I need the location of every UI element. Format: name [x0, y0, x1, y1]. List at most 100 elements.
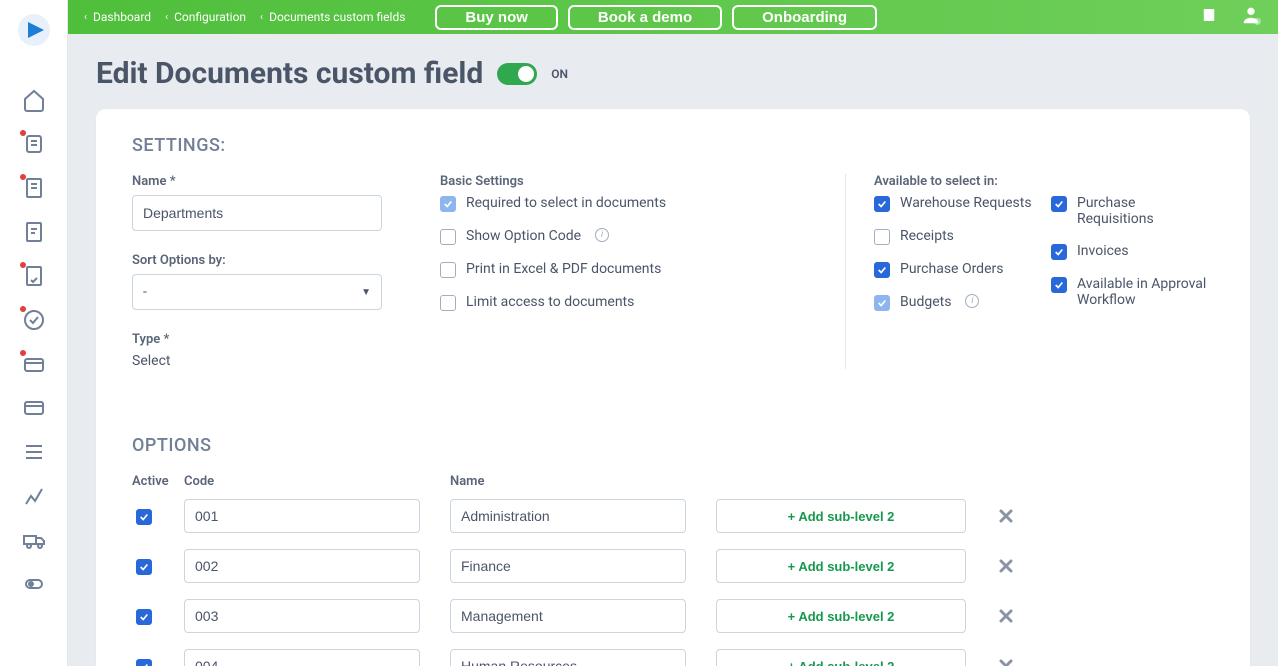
nav-home-icon[interactable] [22, 88, 46, 112]
option-code-input[interactable] [184, 649, 420, 666]
remove-option-icon[interactable] [996, 656, 1016, 666]
buy-now-button[interactable]: Buy now [435, 5, 558, 30]
topbar: ‹Dashboard ‹Configuration ‹Documents cus… [68, 0, 1278, 34]
option-name-input[interactable] [450, 499, 686, 533]
nav-approve-icon[interactable] [22, 308, 46, 332]
remove-option-icon[interactable] [996, 606, 1016, 626]
nav-receipt-icon[interactable] [22, 264, 46, 288]
remove-option-icon[interactable] [996, 556, 1016, 576]
add-sublevel-button[interactable]: + Add sub-level 2 [716, 549, 966, 583]
breadcrumbs: ‹Dashboard ‹Configuration ‹Documents cus… [84, 10, 405, 24]
basic-settings-label: Basic Settings [440, 174, 805, 189]
option-row: + Add sub-level 2 [132, 599, 1214, 633]
option-row: + Add sub-level 2 [132, 499, 1214, 533]
nav-reports-icon[interactable] [22, 484, 46, 508]
option-name-input[interactable] [450, 599, 686, 633]
checkbox[interactable] [874, 196, 890, 212]
nav-doc2-icon[interactable] [22, 220, 46, 244]
settings-title: SETTINGS: [132, 135, 1214, 156]
sort-label: Sort Options by: [132, 253, 412, 268]
checkbox[interactable] [874, 262, 890, 278]
available-row: Invoices [1051, 243, 1214, 260]
nav-card-icon[interactable] [22, 396, 46, 420]
available-row: Budgets i [874, 294, 1037, 311]
option-code-input[interactable] [184, 549, 420, 583]
checkbox[interactable] [1051, 277, 1067, 293]
info-icon[interactable]: i [965, 294, 979, 308]
chevron-down-icon: ▼ [361, 287, 371, 298]
active-toggle[interactable] [497, 63, 537, 85]
onboarding-button[interactable]: Onboarding [732, 5, 877, 30]
checkbox[interactable] [136, 559, 152, 575]
user-menu-icon[interactable] [1240, 4, 1262, 30]
col-header-code: Code [184, 474, 450, 489]
checkbox-label: Invoices [1077, 243, 1129, 259]
basic-setting-row: Print in Excel & PDF documents [440, 261, 805, 278]
option-row: + Add sub-level 2 [132, 549, 1214, 583]
type-label: Type * [132, 332, 412, 347]
checkbox[interactable] [440, 229, 456, 245]
app-logo[interactable] [16, 12, 52, 48]
checkbox[interactable] [1051, 196, 1067, 212]
add-sublevel-button[interactable]: + Add sub-level 2 [716, 499, 966, 533]
nav-requests-icon[interactable] [22, 132, 46, 156]
available-row: Warehouse Requests [874, 195, 1037, 212]
type-value: Select [132, 353, 412, 369]
nav-wallet-icon[interactable] [22, 352, 46, 376]
toggle-label: ON [551, 67, 568, 81]
basic-setting-row: Show Option Code i [440, 228, 805, 245]
nav-settings-icon[interactable] [22, 572, 46, 596]
sidebar [0, 0, 68, 666]
remove-option-icon[interactable] [996, 506, 1016, 526]
basic-setting-row: Limit access to documents [440, 294, 805, 311]
option-code-input[interactable] [184, 599, 420, 633]
available-row: Purchase Orders [874, 261, 1037, 278]
page-title: Edit Documents custom field [96, 56, 483, 91]
available-label: Available to select in: [874, 174, 1214, 189]
checkbox[interactable] [136, 609, 152, 625]
content-area: Edit Documents custom field ON SETTINGS:… [68, 34, 1278, 666]
checkbox-label: Receipts [900, 228, 954, 244]
breadcrumb-documents-custom-fields[interactable]: ‹Documents custom fields [260, 10, 405, 24]
add-sublevel-button[interactable]: + Add sub-level 2 [716, 599, 966, 633]
option-code-input[interactable] [184, 499, 420, 533]
option-row: + Add sub-level 2 [132, 649, 1214, 666]
checkbox-label: Required to select in documents [466, 195, 666, 211]
checkbox[interactable] [874, 229, 890, 245]
nav-list-icon[interactable] [22, 440, 46, 464]
breadcrumb-configuration[interactable]: ‹Configuration [165, 10, 246, 24]
available-row: Available in Approval Workflow [1051, 276, 1214, 308]
name-input[interactable] [132, 195, 382, 231]
nav-shipping-icon[interactable] [22, 528, 46, 552]
col-header-active: Active [132, 474, 184, 489]
checkbox-label: Purchase Requisitions [1077, 195, 1214, 227]
settings-card: SETTINGS: Name * Sort Options by: - ▼ Ty… [96, 109, 1250, 666]
option-name-input[interactable] [450, 549, 686, 583]
checkbox[interactable] [136, 509, 152, 525]
checkbox-label: Purchase Orders [900, 261, 1003, 277]
checkbox-label: Budgets [900, 294, 951, 310]
breadcrumb-dashboard[interactable]: ‹Dashboard [84, 10, 151, 24]
checkbox[interactable] [440, 196, 456, 212]
checkbox[interactable] [440, 262, 456, 278]
options-title: OPTIONS [132, 435, 1214, 456]
info-icon[interactable]: i [595, 228, 609, 242]
nav-doc1-icon[interactable] [22, 176, 46, 200]
checkbox-label: Warehouse Requests [900, 195, 1032, 211]
checkbox[interactable] [136, 659, 152, 666]
available-row: Receipts [874, 228, 1037, 245]
checkbox-label: Limit access to documents [466, 294, 634, 310]
available-row: Purchase Requisitions [1051, 195, 1214, 227]
option-name-input[interactable] [450, 649, 686, 666]
checkbox[interactable] [874, 295, 890, 311]
checkbox-label: Available in Approval Workflow [1077, 276, 1214, 308]
checkbox[interactable] [440, 295, 456, 311]
add-sublevel-button[interactable]: + Add sub-level 2 [716, 649, 966, 666]
help-icon[interactable] [1200, 6, 1218, 28]
book-demo-button[interactable]: Book a demo [568, 5, 722, 30]
sort-select[interactable]: - ▼ [132, 274, 382, 310]
checkbox[interactable] [1051, 244, 1067, 260]
checkbox-label: Print in Excel & PDF documents [466, 261, 661, 277]
col-header-name: Name [450, 474, 716, 489]
checkbox-label: Show Option Code [466, 228, 581, 244]
